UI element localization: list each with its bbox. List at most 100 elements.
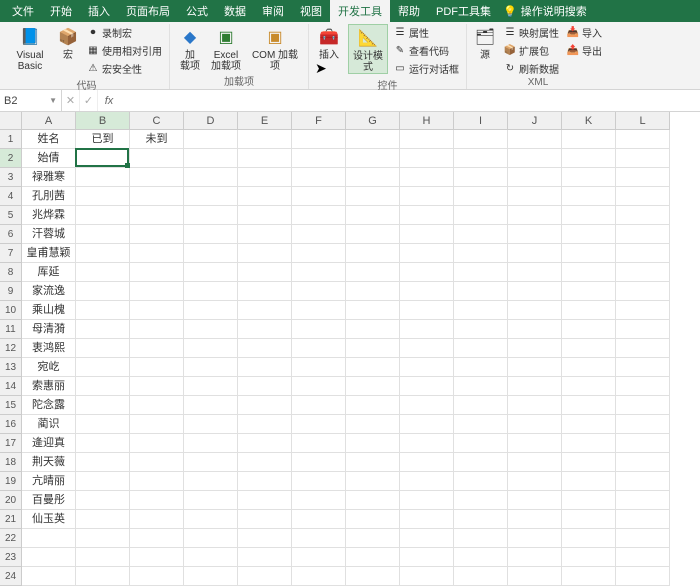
cell-G10[interactable] — [346, 301, 400, 320]
cell-G24[interactable] — [346, 567, 400, 586]
insert-control-button[interactable]: 🧰 插入 — [314, 24, 344, 61]
row-header-8[interactable]: 8 — [0, 263, 22, 282]
cell-H4[interactable] — [400, 187, 454, 206]
cell-D14[interactable] — [184, 377, 238, 396]
row-header-17[interactable]: 17 — [0, 434, 22, 453]
cell-J9[interactable] — [508, 282, 562, 301]
row-header-10[interactable]: 10 — [0, 301, 22, 320]
tab-开发工具[interactable]: 开发工具 — [330, 0, 390, 22]
cell-L11[interactable] — [616, 320, 670, 339]
cell-J2[interactable] — [508, 149, 562, 168]
cell-L1[interactable] — [616, 130, 670, 149]
cell-D20[interactable] — [184, 491, 238, 510]
cell-D24[interactable] — [184, 567, 238, 586]
cell-H5[interactable] — [400, 206, 454, 225]
cell-J17[interactable] — [508, 434, 562, 453]
cell-C9[interactable] — [130, 282, 184, 301]
col-header-F[interactable]: F — [292, 112, 346, 130]
cell-J21[interactable] — [508, 510, 562, 529]
cell-E6[interactable] — [238, 225, 292, 244]
cell-F15[interactable] — [292, 396, 346, 415]
record-macro-button[interactable]: ⏺录制宏 — [85, 24, 164, 41]
cell-B12[interactable] — [76, 339, 130, 358]
cell-G5[interactable] — [346, 206, 400, 225]
cell-G4[interactable] — [346, 187, 400, 206]
cell-H23[interactable] — [400, 548, 454, 567]
cell-J4[interactable] — [508, 187, 562, 206]
cell-A24[interactable] — [22, 567, 76, 586]
cell-C24[interactable] — [130, 567, 184, 586]
cell-C21[interactable] — [130, 510, 184, 529]
cell-E24[interactable] — [238, 567, 292, 586]
col-header-K[interactable]: K — [562, 112, 616, 130]
col-header-C[interactable]: C — [130, 112, 184, 130]
cell-F21[interactable] — [292, 510, 346, 529]
cell-L6[interactable] — [616, 225, 670, 244]
cell-L24[interactable] — [616, 567, 670, 586]
cell-G20[interactable] — [346, 491, 400, 510]
cell-F3[interactable] — [292, 168, 346, 187]
cell-B11[interactable] — [76, 320, 130, 339]
row-header-21[interactable]: 21 — [0, 510, 22, 529]
cell-D19[interactable] — [184, 472, 238, 491]
cell-I6[interactable] — [454, 225, 508, 244]
cell-B15[interactable] — [76, 396, 130, 415]
macro-security-button[interactable]: ⚠宏安全性 — [85, 60, 164, 77]
row-header-23[interactable]: 23 — [0, 548, 22, 567]
cell-L2[interactable] — [616, 149, 670, 168]
cell-J3[interactable] — [508, 168, 562, 187]
addins-button[interactable]: ◆ 加 载项 — [175, 24, 205, 72]
cell-L23[interactable] — [616, 548, 670, 567]
cell-G22[interactable] — [346, 529, 400, 548]
cell-D22[interactable] — [184, 529, 238, 548]
xml-source-button[interactable]: 🗂 源 — [472, 24, 498, 61]
cell-E15[interactable] — [238, 396, 292, 415]
cell-B14[interactable] — [76, 377, 130, 396]
cell-K5[interactable] — [562, 206, 616, 225]
cell-J5[interactable] — [508, 206, 562, 225]
cell-K10[interactable] — [562, 301, 616, 320]
row-header-7[interactable]: 7 — [0, 244, 22, 263]
cell-B23[interactable] — [76, 548, 130, 567]
view-code-button[interactable]: ✎查看代码 — [392, 42, 461, 59]
cell-E5[interactable] — [238, 206, 292, 225]
cell-K6[interactable] — [562, 225, 616, 244]
cell-A9[interactable]: 家流逸 — [22, 282, 76, 301]
cell-J13[interactable] — [508, 358, 562, 377]
cell-A1[interactable]: 姓名 — [22, 130, 76, 149]
cell-F20[interactable] — [292, 491, 346, 510]
run-dialog-button[interactable]: ▭运行对话框 — [392, 60, 461, 77]
cell-I24[interactable] — [454, 567, 508, 586]
cell-K22[interactable] — [562, 529, 616, 548]
cell-F6[interactable] — [292, 225, 346, 244]
cell-J14[interactable] — [508, 377, 562, 396]
cell-C20[interactable] — [130, 491, 184, 510]
cell-H1[interactable] — [400, 130, 454, 149]
cell-J1[interactable] — [508, 130, 562, 149]
cell-G9[interactable] — [346, 282, 400, 301]
cell-F23[interactable] — [292, 548, 346, 567]
cell-K15[interactable] — [562, 396, 616, 415]
cell-C3[interactable] — [130, 168, 184, 187]
cell-B4[interactable] — [76, 187, 130, 206]
col-header-H[interactable]: H — [400, 112, 454, 130]
cell-A17[interactable]: 逄迎真 — [22, 434, 76, 453]
cell-C8[interactable] — [130, 263, 184, 282]
cell-F4[interactable] — [292, 187, 346, 206]
cells-area[interactable]: 姓名已到未到始倩禄雅寒孔刖茜兆烨霖汗蓉城皇甫慧颖厍延家流逸乘山槐母清漪衷鸿熙宛屹… — [22, 130, 700, 586]
tab-审阅[interactable]: 审阅 — [254, 0, 292, 22]
cell-F18[interactable] — [292, 453, 346, 472]
cell-C2[interactable] — [130, 149, 184, 168]
relative-ref-button[interactable]: ▦使用相对引用 — [85, 42, 164, 59]
cell-H11[interactable] — [400, 320, 454, 339]
cell-K24[interactable] — [562, 567, 616, 586]
cell-H14[interactable] — [400, 377, 454, 396]
cell-K23[interactable] — [562, 548, 616, 567]
cell-E8[interactable] — [238, 263, 292, 282]
cell-A5[interactable]: 兆烨霖 — [22, 206, 76, 225]
cell-D3[interactable] — [184, 168, 238, 187]
cell-C5[interactable] — [130, 206, 184, 225]
cell-E12[interactable] — [238, 339, 292, 358]
cell-I21[interactable] — [454, 510, 508, 529]
cell-A15[interactable]: 陀念露 — [22, 396, 76, 415]
